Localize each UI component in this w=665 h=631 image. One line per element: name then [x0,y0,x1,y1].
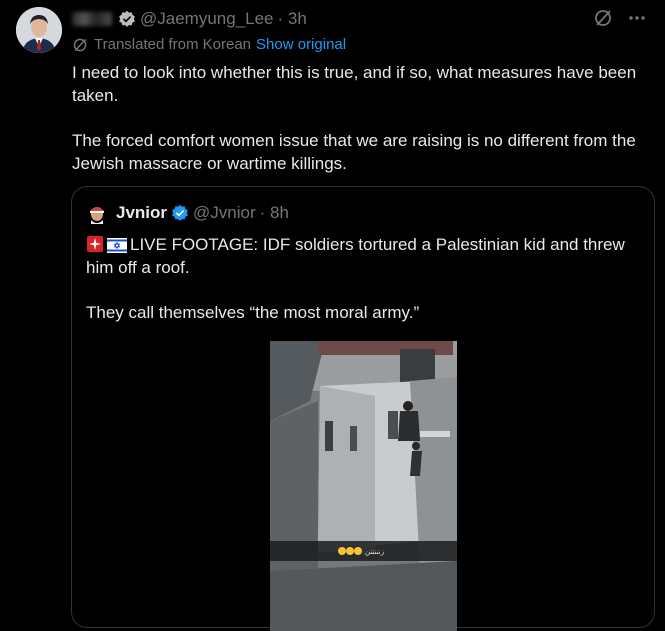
author-avatar[interactable] [16,7,62,53]
tweet-paragraph: I need to look into whether this is true… [72,63,637,105]
tweet-time[interactable]: · 3h [278,9,307,29]
video-thumbnail[interactable]: زنننننن [270,341,457,631]
verified-badge-icon [172,204,188,221]
quoted-tweet-paragraph: LIVE FOOTAGE: IDF soldiers tortured a Pa… [86,233,641,279]
quoted-author-name[interactable]: Jvnior [116,203,167,223]
tweet-actions-top [593,8,647,28]
tweet-body: I need to look into whether this is true… [72,61,657,197]
translate-icon [73,38,87,51]
show-original-link[interactable]: Show original [256,36,346,53]
translated-label: Translated from Korean [94,36,252,53]
verified-badge-icon [119,10,135,27]
quoted-tweet-body: LIVE FOOTAGE: IDF soldiers tortured a Pa… [86,233,641,346]
israel-flag-emoji [107,238,127,253]
tweet-paragraph: The forced comfort women issue that we a… [72,131,636,173]
author-name-redacted[interactable] [72,12,112,26]
tweet-header: @Jaemyung_Lee · 3h [72,8,307,30]
author-handle[interactable]: @Jaemyung_Lee [140,9,274,29]
quoted-tweet[interactable]: Jvnior @Jvnior · 8h LIVE FOOTAGE: IDF so… [71,186,655,631]
quoted-line-1: LIVE FOOTAGE: IDF soldiers tortured a Pa… [86,235,625,277]
quoted-line-2: They call themselves “the most moral arm… [86,303,420,322]
quoted-author-avatar[interactable] [86,202,108,224]
grok-icon[interactable] [593,8,613,28]
quoted-tweet-header: Jvnior @Jvnior · 8h [86,202,289,224]
translation-notice: Translated from Korean Show original [72,36,346,53]
quoted-tweet-time[interactable]: · 8h [260,203,289,223]
more-icon[interactable] [627,8,647,28]
video-caption: زنننننن [365,548,384,556]
siren-emoji [87,236,103,252]
quoted-author-handle[interactable]: @Jvnior [193,203,256,223]
